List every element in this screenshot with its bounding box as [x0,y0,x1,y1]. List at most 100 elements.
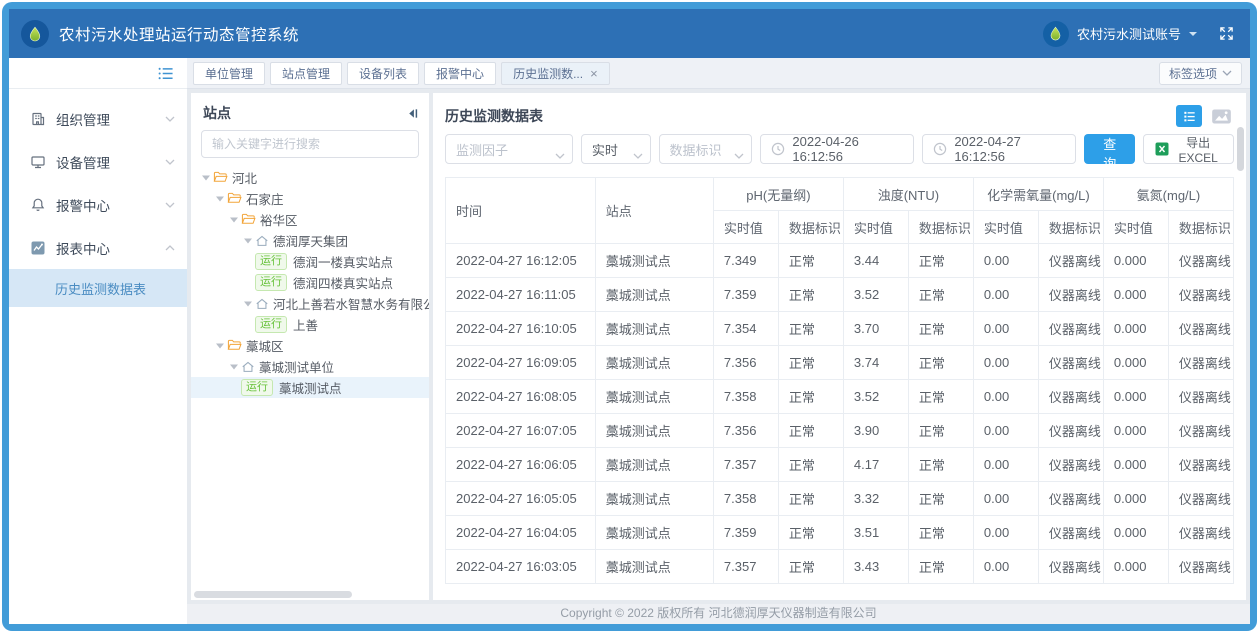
sidebar-item[interactable]: 组织管理 [9,97,187,140]
table-cell: 7.358 [713,380,778,414]
table-cell: 3.70 [843,312,908,346]
table-cell: 正常 [778,346,843,380]
table-cell: 0.00 [973,244,1038,278]
table-cell: 正常 [908,278,973,312]
folder-icon [227,191,242,206]
tree-node[interactable]: 河北 [191,167,429,188]
chart-icon [29,240,46,256]
table-cell: 正常 [908,448,973,482]
column-subheader: 数据标识 [1168,211,1233,244]
chart-view-button[interactable] [1208,105,1234,127]
tree-node[interactable]: 运行上善 [191,314,429,335]
tree-node[interactable]: 运行德润一楼真实站点 [191,251,429,272]
table-cell: 0.00 [973,550,1038,584]
table-cell: 2022-04-27 16:12:05 [446,244,596,278]
table-cell: 3.90 [843,414,908,448]
column-header: 时间 [446,178,596,244]
caret-down-icon[interactable] [213,195,227,203]
table-view-button[interactable] [1176,105,1202,127]
export-excel-button[interactable]: 导出EXCEL [1143,134,1234,164]
table-cell: 藁城测试点 [595,312,713,346]
caret-down-icon[interactable] [241,237,255,245]
history-data-table: 时间站点pH(无量纲)浊度(NTU)化学需氧量(mg/L)氨氮(mg/L)实时值… [445,177,1234,584]
tab[interactable]: 单位管理 [193,62,265,85]
start-time-picker[interactable]: 2022-04-26 16:12:56 [760,134,914,164]
caret-down-icon[interactable] [227,363,241,371]
collapse-panel-icon[interactable] [406,107,419,120]
tree-node-label: 德润厚天集团 [273,231,348,250]
panel-title: 历史监测数据表 [445,106,543,126]
tab-options-button[interactable]: 标签选项 [1159,62,1242,85]
table-cell: 正常 [778,244,843,278]
table-row: 2022-04-27 16:09:05藁城测试点7.356正常3.74正常0.0… [446,346,1234,380]
table-cell: 正常 [778,516,843,550]
tree-node[interactable]: 藁城测试单位 [191,356,429,377]
house-icon [255,234,269,248]
tree-node[interactable]: 藁城区 [191,335,429,356]
sidebar-item[interactable]: 报警中心 [9,183,187,226]
table-cell: 0.000 [1103,448,1168,482]
tree-node[interactable]: 运行藁城测试点 [191,377,429,398]
tab[interactable]: 站点管理 [270,62,342,85]
tree-node[interactable]: 石家庄 [191,188,429,209]
table-cell: 正常 [908,380,973,414]
table-cell: 2022-04-27 16:06:05 [446,448,596,482]
table-cell: 仪器离线 [1038,312,1103,346]
chevron-down-icon [165,202,175,208]
end-time-picker[interactable]: 2022-04-27 16:12:56 [922,134,1076,164]
caret-down-icon[interactable] [227,216,241,224]
chevron-down-icon [1189,32,1197,40]
tree-node[interactable]: 裕华区 [191,209,429,230]
close-icon[interactable]: × [590,67,598,80]
table-cell: 2022-04-27 16:05:05 [446,482,596,516]
page-title: 农村污水处理站运行动态管控系统 [59,23,299,45]
flag-select[interactable]: 数据标识 [659,134,753,164]
fullscreen-icon[interactable] [1219,26,1234,41]
tab[interactable]: 报警中心 [424,62,496,85]
caret-down-icon[interactable] [213,342,227,350]
tree-node[interactable]: 运行德润四楼真实站点 [191,272,429,293]
account-menu[interactable]: 农村污水测试账号 [1043,21,1234,47]
table-cell: 藁城测试点 [595,278,713,312]
table-cell: 正常 [778,380,843,414]
tree-node[interactable]: 河北上善若水智慧水务有限公司 [191,293,429,314]
table-cell: 0.000 [1103,380,1168,414]
query-button[interactable]: 查询 [1084,134,1135,164]
table-cell: 7.356 [713,346,778,380]
sidebar-item[interactable]: 设备管理 [9,140,187,183]
table-cell: 2022-04-27 16:09:05 [446,346,596,380]
tree-node-label: 上善 [293,315,318,334]
table-cell: 正常 [778,414,843,448]
table-cell: 0.00 [973,312,1038,346]
sidebar-menu: 组织管理 设备管理 报警中心 报表中心 历史监测数据表 [9,89,187,307]
tree-node-label: 河北上善若水智慧水务有限公司 [273,294,429,313]
horizontal-scrollbar[interactable] [194,591,352,598]
tree-node[interactable]: 德润厚天集团 [191,230,429,251]
sidebar-subitem[interactable]: 历史监测数据表 [9,269,187,307]
tab-active[interactable]: 历史监测数...× [501,62,610,85]
caret-down-icon[interactable] [241,300,255,308]
status-badge: 运行 [241,379,273,396]
collapse-menu-icon[interactable] [157,66,175,81]
table-cell: 3.52 [843,278,908,312]
factor-select[interactable]: 监测因子 [445,134,573,164]
tree-node-label: 石家庄 [246,189,284,208]
table-cell: 0.000 [1103,414,1168,448]
vertical-scrollbar[interactable] [1237,127,1244,171]
monitor-icon [29,154,46,170]
table-cell: 正常 [908,516,973,550]
table-cell: 0.000 [1103,516,1168,550]
tree-node-label: 德润一楼真实站点 [293,252,393,271]
caret-down-icon[interactable] [199,174,213,182]
table-cell: 仪器离线 [1038,482,1103,516]
tab-bar: 单位管理站点管理设备列表报警中心历史监测数...× 标签选项 [187,58,1250,89]
tab[interactable]: 设备列表 [347,62,419,85]
mode-select[interactable]: 实时 [581,134,651,164]
sidebar-item[interactable]: 报表中心 [9,226,187,269]
tree-search-input[interactable] [201,130,419,158]
table-cell: 7.354 [713,312,778,346]
tree-node-label: 藁城测试单位 [259,357,334,376]
table-row: 2022-04-27 16:08:05藁城测试点7.358正常3.52正常0.0… [446,380,1234,414]
column-subheader: 实时值 [713,211,778,244]
chevron-down-icon [1222,70,1232,76]
